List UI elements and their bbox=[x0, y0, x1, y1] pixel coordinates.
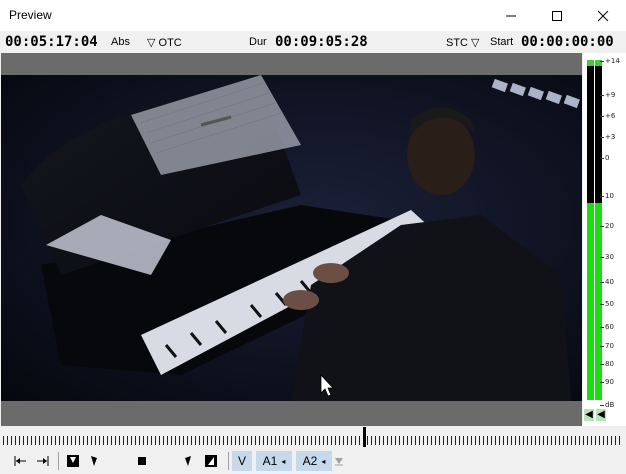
meter-scale-tick bbox=[600, 95, 604, 96]
meter-scale-label: +9 bbox=[605, 91, 616, 99]
separator bbox=[228, 452, 229, 470]
duration-timecode: 00:09:05:28 bbox=[275, 34, 368, 50]
abs-label: Abs bbox=[111, 36, 130, 48]
video-image bbox=[1, 75, 582, 401]
close-button[interactable] bbox=[580, 0, 626, 31]
start-label: Start bbox=[490, 36, 514, 48]
speaker-right-icon[interactable]: ◀ bbox=[596, 409, 606, 421]
mark-in-icon bbox=[67, 455, 79, 467]
meter-scale-label: 40 bbox=[605, 278, 614, 286]
timeline-scrubber[interactable] bbox=[0, 427, 626, 449]
meter-scale-tick bbox=[600, 116, 604, 117]
title-bar: Preview bbox=[0, 0, 626, 31]
track-a2-button[interactable]: A2 ◂ bbox=[296, 451, 332, 471]
meter-scale-tick bbox=[600, 196, 604, 197]
next-frame-button[interactable] bbox=[180, 452, 194, 470]
mark-in-button[interactable] bbox=[64, 452, 82, 470]
otc-selector[interactable]: ▽ OTC bbox=[147, 36, 182, 49]
track-a2-arrow-icon: ◂ bbox=[321, 456, 326, 466]
dropdown-triangle-icon bbox=[335, 458, 343, 466]
separator bbox=[58, 452, 59, 470]
go-to-end-button[interactable] bbox=[33, 452, 53, 470]
mark-out-button[interactable] bbox=[202, 452, 220, 470]
meter-scale-label: 70 bbox=[605, 342, 614, 350]
meter-scale-label: 80 bbox=[605, 360, 614, 368]
start-timecode[interactable]: 00:00:00:00 bbox=[521, 34, 614, 50]
duration-label: Dur bbox=[249, 36, 267, 48]
track-a1-arrow-icon: ◂ bbox=[281, 456, 286, 466]
meter-scale-tick bbox=[600, 257, 604, 258]
peak-indicator-left bbox=[587, 60, 594, 66]
stop-button[interactable] bbox=[135, 452, 149, 470]
meter-scale-label: 50 bbox=[605, 300, 614, 308]
current-timecode[interactable]: 00:05:17:04 bbox=[5, 34, 98, 50]
meter-scale-tick bbox=[600, 61, 604, 62]
go-to-start-icon bbox=[14, 456, 26, 466]
meter-scale-label: 0 bbox=[605, 154, 610, 162]
go-to-start-button[interactable] bbox=[10, 452, 30, 470]
track-dropdown-button[interactable] bbox=[333, 452, 345, 470]
maximize-button[interactable] bbox=[534, 0, 580, 31]
meter-scale-tick bbox=[600, 364, 604, 365]
meter-scale-label: +3 bbox=[605, 133, 616, 141]
level-fill-left bbox=[587, 202, 594, 400]
window-title: Preview bbox=[9, 8, 52, 22]
meter-scale-tick bbox=[600, 304, 604, 305]
track-a1-label: A1 bbox=[262, 454, 278, 468]
go-to-end-icon bbox=[37, 456, 49, 466]
mark-out-icon bbox=[205, 455, 217, 467]
video-frame[interactable] bbox=[1, 75, 582, 401]
stc-selector[interactable]: STC ▽ bbox=[446, 36, 480, 49]
meter-scale-tick bbox=[600, 327, 604, 328]
meter-scale-label: 90 bbox=[605, 378, 614, 386]
meter-scale-tick bbox=[600, 382, 604, 383]
close-icon bbox=[597, 10, 609, 21]
audio-meter-left bbox=[587, 60, 594, 400]
meter-scale-tick bbox=[600, 346, 604, 347]
track-v-label: V bbox=[237, 454, 246, 468]
video-area[interactable] bbox=[1, 53, 582, 426]
meter-scale-label: 60 bbox=[605, 323, 614, 331]
playhead[interactable] bbox=[362, 427, 366, 447]
meter-scale-label: +6 bbox=[605, 112, 616, 120]
meter-scale-label: 10 bbox=[605, 192, 614, 200]
meter-scale-tick bbox=[600, 158, 604, 159]
timeline-ticks bbox=[3, 436, 623, 445]
meter-scale-label: 30 bbox=[605, 253, 614, 261]
next-frame-icon bbox=[185, 456, 191, 466]
stop-icon bbox=[138, 457, 146, 465]
meter-scale-tick bbox=[600, 405, 604, 406]
timecode-bar: 00:05:17:04 Abs ▽ OTC Dur 00:09:05:28 ST… bbox=[0, 31, 626, 53]
prev-frame-icon bbox=[91, 456, 97, 466]
meter-scale-label: dB bbox=[605, 401, 615, 409]
meter-scale-label: 20 bbox=[605, 222, 614, 230]
minimize-button[interactable] bbox=[488, 0, 534, 31]
meter-scale-label: +14 bbox=[605, 57, 620, 65]
meter-scale-tick bbox=[600, 282, 604, 283]
transport-controls: V A1 ◂ A2 ◂ bbox=[0, 449, 626, 474]
level-fill-right bbox=[595, 202, 602, 400]
track-a2-label: A2 bbox=[302, 454, 318, 468]
minimize-icon bbox=[506, 15, 516, 16]
meter-scale-tick bbox=[600, 226, 604, 227]
track-a1-button[interactable]: A1 ◂ bbox=[256, 451, 292, 471]
maximize-icon bbox=[552, 10, 562, 21]
track-v-button[interactable]: V bbox=[232, 451, 252, 471]
speaker-left-icon[interactable]: ◀ bbox=[584, 409, 594, 421]
prev-frame-button[interactable] bbox=[88, 452, 102, 470]
audio-meter-right bbox=[595, 60, 602, 400]
meter-scale-tick bbox=[600, 137, 604, 138]
